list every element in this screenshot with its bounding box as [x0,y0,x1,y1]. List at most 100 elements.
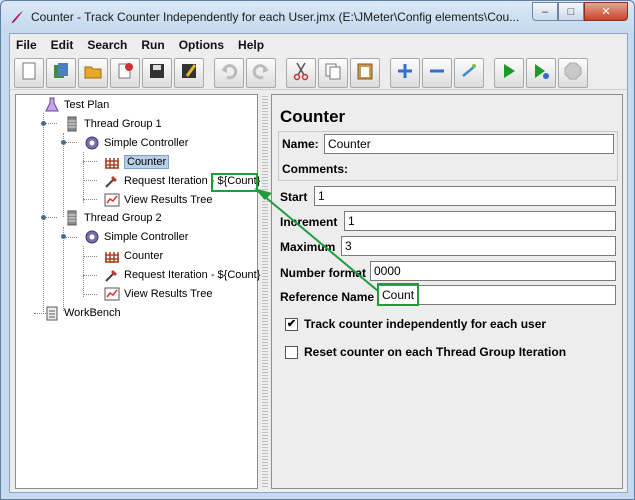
expand-handle[interactable] [59,138,68,147]
stop-button[interactable] [558,57,588,88]
spool-icon [64,116,80,132]
start-label: Start [280,190,308,204]
tree-label: View Results Tree [124,288,213,300]
tree-label: Request Iteration - [124,175,215,187]
menu-file[interactable]: File [16,38,37,52]
highlight-box-reference-name [377,283,419,306]
start-no-pause-icon [531,61,551,84]
reference-name-label: Reference Name [280,290,375,304]
jmeter-feather-icon [9,9,25,25]
tree-item-request-iteration-2[interactable]: Request Iteration - ${Count} [104,266,260,284]
toggle-icon [459,61,479,84]
counter-config-icon [104,248,120,264]
tree-item-counter-2[interactable]: Counter [104,247,163,265]
redo-icon [251,61,271,84]
reset-counter-checkbox[interactable]: Reset counter on each Thread Group Itera… [285,345,566,359]
open-icon [83,61,103,84]
maximize-button[interactable]: □ [558,2,584,21]
tree-label: Request Iteration - ${Count} [124,269,261,281]
highlight-box-variable [211,173,258,192]
controller-gear-icon [84,229,100,245]
toolbar [10,56,627,90]
expand-button[interactable] [390,57,420,88]
window-title: Counter - Track Counter Independently fo… [31,10,520,24]
new-icon [19,61,39,84]
expand-handle[interactable] [59,232,68,241]
pipette-sampler-icon [104,267,120,283]
save-as-icon [179,61,199,84]
save-button[interactable] [142,57,172,88]
counter-config-icon [104,154,120,170]
chart-listener-icon [104,286,120,302]
expand-icon [395,61,415,84]
expand-handle[interactable] [39,213,48,222]
tree-item-test-plan[interactable]: Test Plan [44,96,109,114]
maximum-field[interactable]: 3 [341,236,616,256]
checkbox-label: Reset counter on each Thread Group Itera… [304,345,567,359]
undo-icon [219,61,239,84]
open-button[interactable] [78,57,108,88]
flask-icon [44,97,60,113]
close-file-icon [115,61,135,84]
tree-item-thread-group-1[interactable]: Thread Group 1 [64,115,162,133]
tree-label: Counter [124,155,170,169]
start-no-pause-button[interactable] [526,57,556,88]
checkbox-label: Track counter independently for each use… [304,317,547,331]
number-format-field[interactable]: 0000 [370,261,616,281]
tree-item-simple-controller-2[interactable]: Simple Controller [84,228,188,246]
menu-search[interactable]: Search [87,38,127,52]
cut-icon [291,61,311,84]
save-as-button[interactable] [174,57,204,88]
close-file-button[interactable] [110,57,140,88]
check-mark-icon: ✔ [286,317,297,330]
new-button[interactable] [14,57,44,88]
menu-options[interactable]: Options [179,38,224,52]
menu-bar: File Edit Search Run Options Help [10,34,627,56]
tree-item-workbench[interactable]: WorkBench [44,304,121,322]
tree-label: Test Plan [64,99,110,111]
undo-button[interactable] [214,57,244,88]
stop-icon [563,61,583,84]
tree-item-view-results-tree-2[interactable]: View Results Tree [104,285,212,303]
split-pane-divider[interactable] [262,94,268,489]
cut-button[interactable] [286,57,316,88]
counter-config-panel: Counter Name: Counter Comments: Start 1 … [271,94,623,489]
collapse-button[interactable] [422,57,452,88]
tree-item-view-results-tree-1[interactable]: View Results Tree [104,191,212,209]
close-window-button[interactable]: ✕ [584,2,628,21]
menu-help[interactable]: Help [238,38,264,52]
menu-run[interactable]: Run [141,38,164,52]
increment-field[interactable]: 1 [344,211,616,231]
templates-button[interactable] [46,57,76,88]
tree-item-counter-1[interactable]: Counter [104,153,170,171]
copy-button[interactable] [318,57,348,88]
tree-label: Thread Group 1 [84,118,162,130]
test-plan-tree[interactable]: Test Plan Thread Group 1 Simple Controll… [15,94,260,489]
minimize-button[interactable]: – [532,2,558,21]
spool-icon [64,210,80,226]
chart-listener-icon [104,192,120,208]
start-button[interactable] [494,57,524,88]
tree-item-thread-group-2[interactable]: Thread Group 2 [64,209,162,227]
checkbox-box[interactable] [285,345,298,359]
paste-button[interactable] [350,57,380,88]
tree-label: Simple Controller [104,231,189,243]
name-label: Name: [282,137,319,151]
clipboard-icon [44,305,60,321]
copy-icon [323,61,343,84]
tree-label: View Results Tree [124,194,213,206]
tree-item-simple-controller-1[interactable]: Simple Controller [84,134,188,152]
track-independently-checkbox[interactable]: ✔ Track counter independently for each u… [285,317,546,331]
redo-button[interactable] [246,57,276,88]
name-field[interactable]: Counter [324,134,614,154]
title-bar: Counter - Track Counter Independently fo… [1,1,634,33]
start-field[interactable]: 1 [314,186,616,206]
start-icon [499,61,519,84]
checkbox-box[interactable]: ✔ [285,317,298,331]
tree-label: WorkBench [64,307,121,319]
collapse-icon [427,61,447,84]
toggle-button[interactable] [454,57,484,88]
app-window: Counter - Track Counter Independently fo… [0,0,635,500]
menu-edit[interactable]: Edit [51,38,74,52]
expand-handle[interactable] [39,119,48,128]
